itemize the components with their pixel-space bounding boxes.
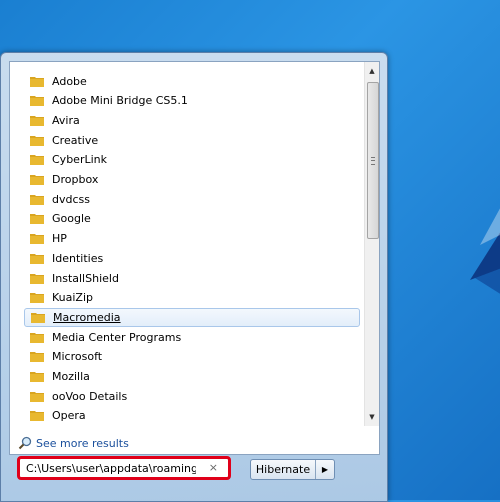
- program-folder-label: Adobe: [52, 74, 87, 88]
- search-input[interactable]: [26, 461, 196, 475]
- chevron-up-icon: ▲: [369, 67, 375, 75]
- programs-list: Adobe Adobe Mini Bridge CS5.1 Avira Creativ…: [10, 62, 365, 426]
- program-folder-item[interactable]: InstallShield: [24, 269, 358, 287]
- program-folder-item[interactable]: KuaiZip: [24, 289, 358, 307]
- program-folder-item[interactable]: Dropbox: [24, 171, 358, 189]
- folder-icon: [30, 352, 44, 363]
- programs-pane: Adobe Adobe Mini Bridge CS5.1 Avira Creativ…: [9, 61, 380, 455]
- program-folder-label: Adobe Mini Bridge CS5.1: [52, 94, 188, 108]
- scroll-thumb[interactable]: [367, 82, 379, 239]
- hibernate-button[interactable]: Hibernate: [251, 460, 316, 479]
- folder-icon: [30, 155, 44, 166]
- program-folder-label: Macromedia: [53, 311, 121, 325]
- program-folder-label: Media Center Programs: [52, 330, 182, 344]
- scroll-down-button[interactable]: ▼: [365, 410, 379, 424]
- program-folder-label: Mozilla: [52, 370, 90, 383]
- search-icon: [18, 436, 32, 450]
- program-folder-item[interactable]: Mozilla: [24, 368, 358, 386]
- program-folder-label: Dropbox: [52, 173, 99, 186]
- folder-icon: [30, 411, 44, 422]
- scroll-up-button[interactable]: ▲: [365, 64, 379, 78]
- folder-icon: [30, 175, 44, 185]
- program-folder-item[interactable]: Identities: [24, 249, 358, 267]
- see-more-label: See more results: [36, 436, 129, 450]
- program-folder-item[interactable]: Opera: [24, 407, 358, 425]
- folder-icon: [30, 194, 44, 205]
- program-folder-item[interactable]: Avira: [24, 111, 358, 129]
- folder-icon: [30, 391, 44, 402]
- folder-icon: [30, 96, 44, 107]
- program-folder-item[interactable]: Adobe Mini Bridge CS5.1: [24, 92, 358, 110]
- folder-icon: [30, 135, 44, 146]
- folder-icon: [30, 234, 44, 245]
- program-folder-label: KuaiZip: [52, 291, 94, 305]
- clear-search-icon[interactable]: ×: [209, 461, 218, 474]
- program-folder-label: Opera: [52, 409, 86, 423]
- program-folder-label: CyberLink: [52, 153, 107, 167]
- program-folder-label: HP: [52, 232, 67, 246]
- program-folder-label: Identities: [52, 251, 104, 265]
- start-menu: Adobe Adobe Mini Bridge CS5.1 Avira Creativ…: [0, 52, 388, 502]
- program-folder-item[interactable]: Google: [24, 210, 358, 228]
- program-folder-item[interactable]: Macromedia: [24, 308, 360, 328]
- program-folder-item[interactable]: Microsoft: [24, 348, 358, 366]
- folder-icon: [30, 115, 44, 126]
- programs-scrollbar[interactable]: ▲ ▼: [364, 62, 379, 426]
- folder-icon: [31, 313, 45, 324]
- grip-icon: [371, 156, 375, 165]
- shutdown-button-group: Hibernate ▶: [250, 459, 335, 480]
- program-folder-item[interactable]: HP: [24, 230, 358, 248]
- program-folder-item[interactable]: dvdcss: [24, 190, 358, 208]
- program-folder-label: Creative: [52, 133, 99, 147]
- folder-icon: [30, 214, 44, 225]
- program-folder-label: Avira: [52, 113, 80, 127]
- folder-icon: [30, 253, 44, 264]
- program-folder-label: InstallShield: [52, 271, 119, 285]
- desktop-wallpaper-art: [470, 208, 500, 294]
- program-folder-label: dvdcss: [52, 192, 90, 206]
- shutdown-options-arrow-icon[interactable]: ▶: [316, 465, 334, 474]
- program-folder-label: Google: [52, 212, 91, 226]
- folder-icon: [30, 76, 44, 87]
- program-folder-item[interactable]: CyberLink: [24, 151, 358, 169]
- chevron-down-icon: ▼: [369, 413, 375, 421]
- see-more-results-link[interactable]: See more results: [18, 436, 129, 450]
- program-folder-label: ooVoo Details: [52, 389, 128, 403]
- program-folder-item[interactable]: Creative: [24, 131, 358, 149]
- search-box-highlighted[interactable]: ×: [17, 456, 231, 480]
- folder-icon: [30, 332, 44, 343]
- folder-icon: [30, 293, 44, 304]
- folder-icon: [30, 372, 44, 382]
- program-folder-item[interactable]: ooVoo Details: [24, 387, 358, 405]
- program-folder-item[interactable]: Adobe: [24, 72, 358, 90]
- folder-icon: [30, 273, 44, 284]
- program-folder-item[interactable]: Media Center Programs: [24, 328, 358, 346]
- program-folder-label: Microsoft: [52, 350, 103, 364]
